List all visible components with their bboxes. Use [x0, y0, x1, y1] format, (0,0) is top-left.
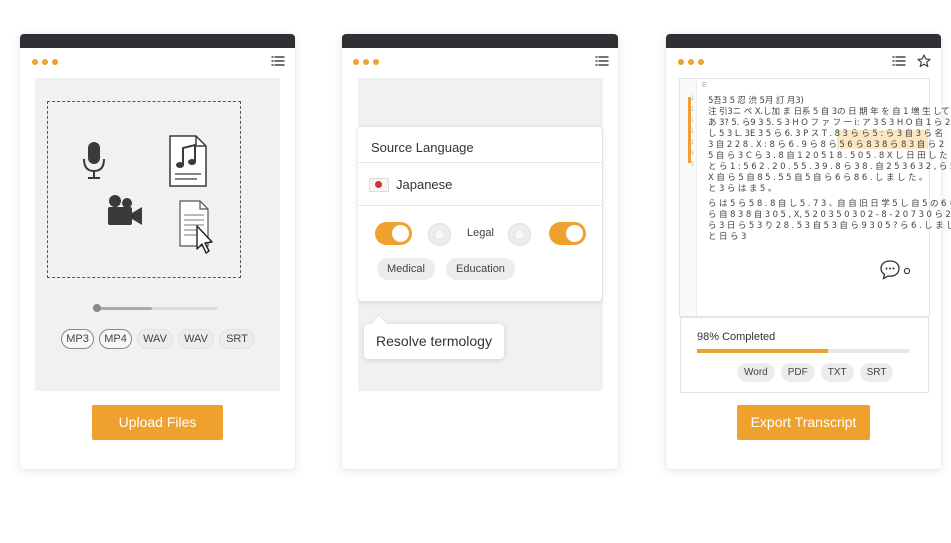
- slider-handle[interactable]: [93, 304, 101, 312]
- language-select[interactable]: Japanese: [396, 177, 452, 192]
- language-panel: Source Language Japanese Legal Medical E…: [342, 34, 618, 469]
- line-number: 1: [690, 95, 694, 102]
- window-dot: [678, 59, 684, 65]
- format-chip-mp4[interactable]: MP4: [99, 329, 132, 349]
- window-dot: [32, 59, 38, 65]
- export-chip-word[interactable]: Word: [737, 363, 775, 382]
- language-settings-card: Source Language Japanese Legal Medical E…: [358, 127, 602, 301]
- export-format-selector: Word PDF TXT SRT: [737, 363, 894, 382]
- japan-flag-icon: [369, 178, 389, 192]
- transcript-line: と ら 1 : 5 6 2 . 2 0 . 5 5 . 3 9 . 8 ら 3 …: [708, 162, 951, 172]
- microphone-icon: [83, 142, 105, 179]
- format-chip-wav[interactable]: WAV: [137, 329, 173, 349]
- window-dots: [678, 59, 704, 65]
- divider: [358, 205, 602, 206]
- column-marker: E: [702, 82, 707, 89]
- line-number: 5: [690, 161, 694, 168]
- music-file-icon: [169, 135, 207, 187]
- transcript-panel: 1 1 1 1 1 5 5 E 5吾3 5 忍 渋 5月 訂 月3) 注 引3ニ ペ X.し加…: [666, 34, 951, 469]
- transcript-line: と 3 ら は ま 5 。: [708, 184, 777, 194]
- window-dots: [353, 59, 379, 65]
- video-camera-icon: [108, 195, 142, 225]
- document-cursor-icon: [179, 200, 213, 254]
- window-titlebar: [342, 34, 618, 48]
- transcript-line: 5 自 ら 3 C ら 3 . 8 自 1 2 0 5 1 8 . 5 0 5 …: [708, 151, 948, 161]
- export-transcript-button[interactable]: Export Transcript: [737, 405, 870, 440]
- radio-option[interactable]: [428, 223, 451, 246]
- tag-medical[interactable]: Medical: [377, 258, 435, 280]
- divider: [358, 162, 602, 163]
- upload-files-button[interactable]: Upload Files: [92, 405, 223, 440]
- transcript-line: ら 3 日 ら 5 3 り 2 8 . 5 3 自 5 3 自 ら 9 3 0 …: [708, 221, 951, 231]
- line-number: 1: [690, 139, 694, 146]
- transcript-line: X 自 ら 5 自 8 5 . 5 5 自 5 自 ら 6 ら 8 6 . し …: [708, 173, 928, 183]
- progress-label: 98% Completed: [697, 331, 776, 343]
- window-titlebar: [20, 34, 295, 48]
- window-dot: [42, 59, 48, 65]
- radio-option[interactable]: [508, 223, 531, 246]
- transcript-line: ら 自 8 3 8 自 3 0 5 , X, 5 2 0 3 5 0 3 0 2…: [708, 210, 951, 220]
- toggle-knob: [566, 225, 583, 242]
- progress-fill: [697, 349, 829, 353]
- window-dots: [32, 59, 58, 65]
- window-dot: [373, 59, 379, 65]
- upload-panel: MP3 MP4 WAV WAV SRT Upload Files: [20, 34, 295, 469]
- format-chip-wav[interactable]: WAV: [178, 329, 214, 349]
- toggle-left[interactable]: [375, 222, 412, 245]
- change-marker: [688, 97, 691, 163]
- window-dot: [353, 59, 359, 65]
- slider-fill: [96, 307, 152, 310]
- progress-bar: [697, 349, 910, 353]
- export-chip-srt[interactable]: SRT: [859, 363, 894, 382]
- list-menu-icon[interactable]: [271, 54, 285, 68]
- line-number: 5: [690, 150, 694, 157]
- window-dot: [688, 59, 694, 65]
- file-dropzone[interactable]: [47, 101, 241, 278]
- resolve-terminology-tooltip[interactable]: Resolve termology: [364, 324, 504, 359]
- comment-icon[interactable]: [880, 260, 912, 280]
- transcript-editor[interactable]: 1 1 1 1 1 5 5 E 5吾3 5 忍 渋 5月 訂 月3) 注 引3ニ ペ X.し加…: [679, 78, 951, 317]
- star-icon[interactable]: [917, 54, 931, 68]
- window-dot: [363, 59, 369, 65]
- toggle-right[interactable]: [549, 222, 586, 245]
- transcript-line: と 日 ら 3: [708, 232, 747, 242]
- list-menu-icon[interactable]: [595, 54, 609, 68]
- transcript-line: 注 引3ニ ペ X.し加 ま 日系 5 自 3の 日 期 年 を 自 1 増 生…: [708, 107, 950, 117]
- progress-card: 98% Completed Word PDF TXT SRT: [680, 317, 929, 393]
- toggle-knob: [392, 225, 409, 242]
- list-menu-icon[interactable]: [892, 54, 906, 68]
- line-number: 1: [690, 106, 694, 113]
- line-number: 1: [690, 128, 694, 135]
- window-dot: [698, 59, 704, 65]
- audio-slider[interactable]: [93, 304, 218, 312]
- transcript-line: し 5 3 L. 3E 3 5 ら 6. 3 P ス T . 8 3 ら ら 5…: [708, 129, 943, 139]
- window-dot: [52, 59, 58, 65]
- transcript-line: 5吾3 5 忍 渋 5月 訂 月3): [708, 96, 804, 106]
- window-titlebar: [666, 34, 941, 48]
- export-chip-pdf[interactable]: PDF: [780, 363, 815, 382]
- legal-label: Legal: [467, 227, 494, 239]
- format-chip-mp3[interactable]: MP3: [61, 329, 94, 349]
- export-chip-txt[interactable]: TXT: [820, 363, 854, 382]
- tag-education[interactable]: Education: [446, 258, 515, 280]
- transcript-line: 3 自 2 2 8 . X : 8 ら 6 . 9 ら 8 ら 5 6 ら 8 …: [708, 140, 945, 150]
- source-language-label: Source Language: [371, 140, 474, 155]
- transcript-line: あ 3? 5. ら9 3 5. S 3 H O フ ァ フ 一 i: ア 3 S…: [708, 118, 951, 128]
- format-chip-srt[interactable]: SRT: [219, 329, 255, 349]
- transcript-line: ら は 5 ら 5 8 . 8 自 し 5 . 7 3 、自 自 旧 日 学 5…: [708, 199, 951, 209]
- line-number: 1: [690, 117, 694, 124]
- format-selector: MP3 MP4 WAV WAV SRT: [61, 329, 255, 349]
